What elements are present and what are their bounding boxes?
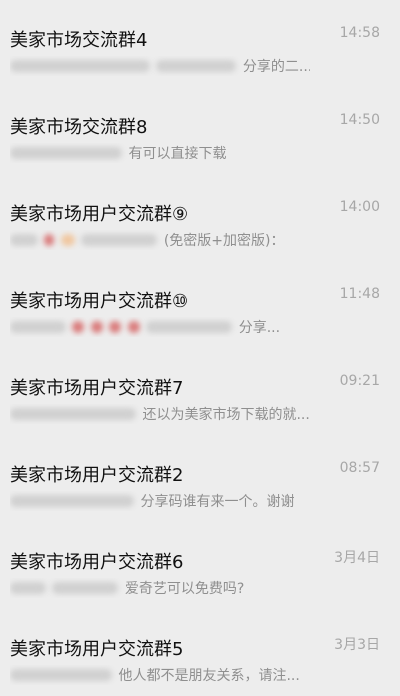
chat-preview-text: 还以为美家市场下载的就... [142,407,310,423]
chat-title: 美家市场用户交流群6 [10,552,184,573]
redacted-emoji [60,234,75,246]
chat-preview-text: (免密版+加密版)： [163,233,285,249]
chat-title: 美家市场交流群8 [10,117,148,138]
chat-preview-text: 他人都不是朋友关系，请注... [118,668,300,684]
chat-preview: 分享... [10,317,310,337]
redacted-emoji [72,321,85,333]
redacted-sender [10,582,46,594]
chat-preview-text: 分享码谁有来一个。谢谢 [140,494,295,510]
chat-preview-text: 分享... [238,320,281,336]
chat-time: 08:57 [339,460,380,476]
chat-preview: 有可以直接下载 [10,143,310,163]
redacted-emoji [109,321,122,333]
chat-preview: 还以为美家市场下载的就... [10,404,310,424]
chat-time: 3月4日 [334,550,380,566]
chat-item[interactable]: 美家市场用户交流群2 08:57 分享码谁有来一个。谢谢 [0,435,400,522]
chat-preview: 分享的二... [10,56,310,76]
chat-preview-text: 爱奇艺可以免费吗? [124,581,245,597]
redacted-sender [10,60,150,72]
redacted-emoji [44,234,55,246]
chat-item[interactable]: 美家市场用户交流群⑩ 11:48 分享... [0,261,400,348]
chat-item[interactable]: 美家市场交流群4 14:58 分享的二... [0,0,400,87]
chat-item[interactable]: 美家市场交流群8 14:50 有可以直接下载 [0,87,400,174]
chat-preview: 爱奇艺可以免费吗? [10,578,310,598]
chat-title: 美家市场用户交流群7 [10,378,184,399]
chat-title: 美家市场用户交流群2 [10,465,184,486]
chat-item[interactable]: 美家市场用户交流群7 09:21 还以为美家市场下载的就... [0,348,400,435]
chat-time: 11:48 [339,286,380,302]
chat-item[interactable]: 美家市场用户交流群6 3月4日 爱奇艺可以免费吗? [0,522,400,609]
chat-preview: (免密版+加密版)： [10,230,310,250]
chat-list: 美家市场交流群4 14:58 分享的二... 美家市场交流群8 14:50 有可… [0,0,400,694]
chat-time: 3月3日 [334,637,380,653]
redacted-sender [10,234,38,246]
chat-time: 14:58 [339,25,380,41]
redacted-emoji [90,321,103,333]
chat-time: 14:00 [339,199,380,215]
redacted-sender [10,408,136,420]
redacted-sender [10,495,134,507]
chat-preview: 他人都不是朋友关系，请注... [10,665,310,685]
chat-time: 14:50 [339,112,380,128]
redacted-text [81,234,158,246]
chat-title: 美家市场用户交流群⑨ [10,204,189,225]
chat-title: 美家市场交流群4 [10,30,148,51]
redacted-text [146,321,233,333]
chat-time: 09:21 [339,373,380,389]
chat-preview-text: 有可以直接下载 [128,146,227,162]
redacted-sender [10,669,112,681]
chat-preview-text: 分享的二... [242,59,310,75]
chat-preview: 分享码谁有来一个。谢谢 [10,491,310,511]
redacted-emoji [127,321,140,333]
redacted-sender [10,321,66,333]
redacted-text [156,60,237,72]
chat-item[interactable]: 美家市场用户交流群5 3月3日 他人都不是朋友关系，请注... [0,609,400,696]
chat-title: 美家市场用户交流群5 [10,639,184,660]
redacted-text [52,582,119,594]
chat-item[interactable]: 美家市场用户交流群⑨ 14:00 (免密版+加密版)： [0,174,400,261]
chat-title: 美家市场用户交流群⑩ [10,291,189,312]
redacted-sender [10,147,122,159]
